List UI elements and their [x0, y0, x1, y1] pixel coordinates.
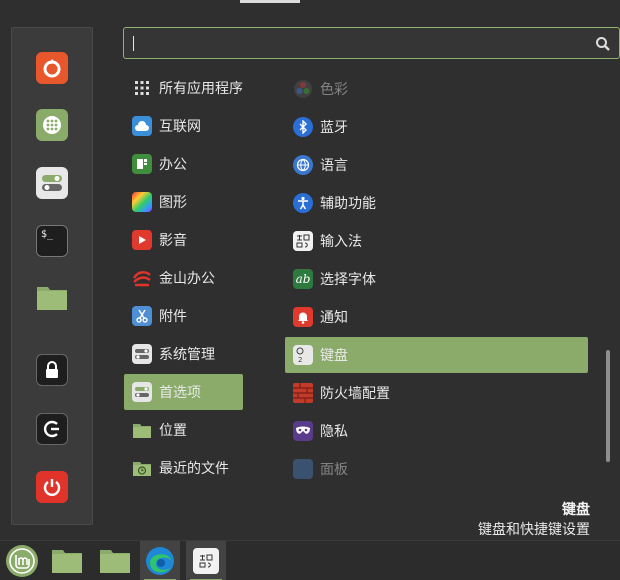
app-input-method[interactable]: 输入法 — [285, 223, 588, 259]
category-label: 影音 — [159, 233, 187, 249]
category-label: 首选项 — [159, 385, 201, 401]
app-label: 色彩 — [320, 82, 348, 98]
category-recent-files[interactable]: 最近的文件 — [124, 450, 243, 486]
app-label: 选择字体 — [320, 272, 376, 288]
app-label: 辅助功能 — [320, 196, 376, 212]
system-settings-icon[interactable] — [36, 167, 68, 199]
play-icon — [132, 230, 152, 250]
language-icon — [293, 155, 313, 175]
app-bluetooth[interactable]: 蓝牙 — [285, 109, 588, 145]
description-text: 键盘和快捷键设置 — [478, 522, 590, 538]
favorites-sidebar: $_ — [11, 27, 93, 525]
panel-icon — [293, 459, 313, 479]
app-label: 面板 — [320, 462, 348, 478]
app-privacy[interactable]: 隐私 — [285, 413, 588, 449]
input-method-icon — [293, 231, 313, 251]
category-accessories[interactable]: 附件 — [124, 298, 243, 334]
lock-screen-icon[interactable] — [36, 354, 68, 386]
category-internet[interactable]: 互联网 — [124, 108, 243, 144]
software-manager-icon[interactable] — [36, 109, 68, 141]
app-label: 隐私 — [320, 424, 348, 440]
search-box[interactable] — [123, 27, 620, 59]
folder-icon — [132, 420, 152, 440]
app-color[interactable]: 色彩 — [285, 71, 588, 107]
category-label: 附件 — [159, 309, 187, 325]
category-label: 金山办公 — [159, 271, 215, 287]
app-label: 键盘 — [320, 348, 348, 364]
top-strip — [240, 0, 300, 3]
app-label: 输入法 — [320, 234, 362, 250]
category-graphics[interactable]: 图形 — [124, 184, 243, 220]
category-label: 位置 — [159, 423, 187, 439]
app-label: 防火墙配置 — [320, 386, 390, 402]
font-icon: ab — [293, 269, 313, 289]
app-language[interactable]: 语言 — [285, 147, 588, 183]
scissors-icon — [132, 306, 152, 326]
app-label: 语言 — [320, 158, 348, 174]
logout-icon[interactable] — [36, 413, 68, 445]
color-icon — [293, 79, 313, 99]
bell-icon — [293, 307, 313, 327]
taskbar-edge[interactable] — [140, 541, 180, 580]
office-icon — [132, 154, 152, 174]
description-title: 键盘 — [562, 502, 590, 518]
app-notifications[interactable]: 通知 — [285, 299, 588, 335]
wps-icon — [132, 268, 152, 288]
app-keyboard[interactable]: 2 键盘 — [285, 337, 588, 373]
mint-logo-icon — [6, 545, 38, 577]
app-accessibility[interactable]: 辅助功能 — [285, 185, 588, 221]
category-places[interactable]: 位置 — [124, 412, 243, 448]
category-label: 办公 — [159, 157, 187, 173]
svg-text:2: 2 — [298, 356, 302, 364]
app-font-selection[interactable]: ab 选择字体 — [285, 261, 588, 297]
grid-icon — [132, 78, 152, 98]
category-office[interactable]: 办公 — [124, 146, 243, 182]
category-label: 系统管理 — [159, 347, 215, 363]
preferences-icon — [132, 382, 152, 402]
app-firewall[interactable]: 防火墙配置 — [285, 375, 588, 411]
category-preferences[interactable]: 首选项 — [124, 374, 243, 410]
app-label: 通知 — [320, 310, 348, 326]
graphics-icon — [132, 192, 152, 212]
taskbar-input-method[interactable] — [186, 541, 226, 580]
admin-icon — [132, 344, 152, 364]
accessibility-icon — [293, 193, 313, 213]
category-label: 最近的文件 — [159, 461, 229, 477]
taskbar — [0, 540, 620, 580]
recent-folder-icon — [132, 458, 152, 478]
category-administration[interactable]: 系统管理 — [124, 336, 243, 372]
folder-icon — [100, 550, 130, 573]
keyboard-icon: 2 — [293, 345, 313, 365]
scrollbar[interactable] — [606, 350, 610, 462]
category-sound-video[interactable]: 影音 — [124, 222, 243, 258]
taskbar-files-2[interactable] — [96, 541, 134, 580]
shutdown-icon[interactable] — [36, 471, 68, 503]
category-wps-office[interactable]: 金山办公 — [124, 260, 243, 296]
category-label: 所有应用程序 — [159, 81, 243, 97]
app-panel[interactable]: 面板 — [285, 451, 588, 487]
firefox-icon[interactable] — [36, 52, 68, 84]
app-label: 蓝牙 — [320, 120, 348, 136]
input-method-icon — [193, 548, 219, 574]
cloud-icon — [132, 116, 152, 136]
menu-button[interactable] — [0, 541, 44, 580]
terminal-icon[interactable]: $_ — [36, 225, 68, 257]
taskbar-files-1[interactable] — [48, 541, 86, 580]
firewall-icon — [293, 383, 313, 403]
category-all-applications[interactable]: 所有应用程序 — [124, 70, 243, 106]
search-icon[interactable] — [595, 36, 611, 52]
category-label: 图形 — [159, 195, 187, 211]
application-menu: $_ 所有应用程序 互联网 办公 图形 影音 金山办公 附件 系统管理 首选项 … — [0, 0, 620, 540]
edge-browser-icon — [146, 547, 174, 575]
folder-icon — [52, 550, 82, 573]
category-label: 互联网 — [159, 119, 201, 135]
bluetooth-icon — [293, 117, 313, 137]
files-icon[interactable] — [36, 281, 68, 313]
privacy-mask-icon — [293, 421, 313, 441]
search-input[interactable] — [132, 32, 592, 54]
